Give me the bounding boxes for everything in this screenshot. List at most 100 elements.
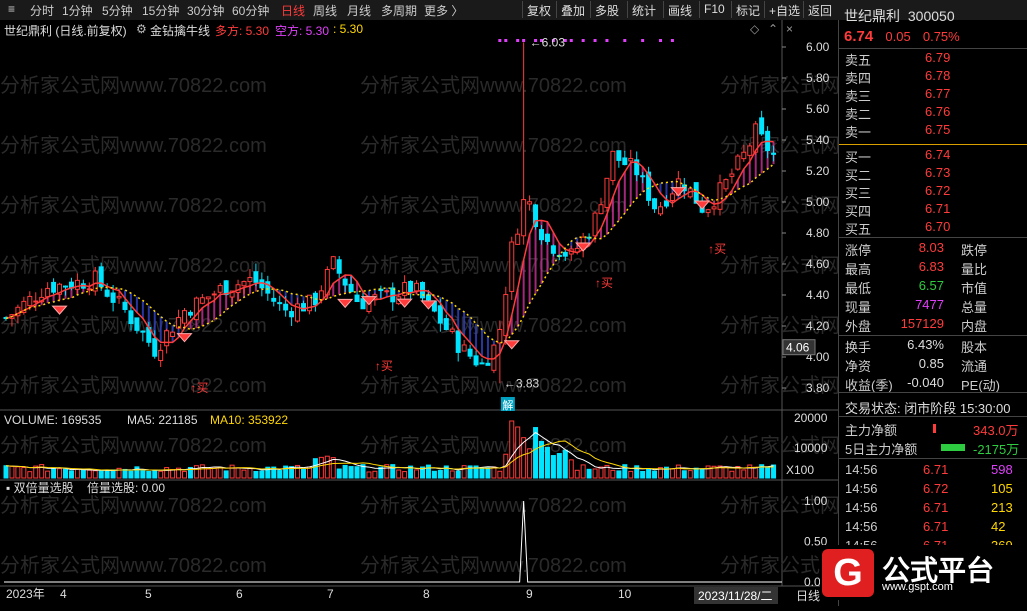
bid-row: 买一 6.74 [845,147,1027,165]
volume-bar [699,468,705,479]
candle-body [74,279,80,290]
tab-3[interactable]: 15分钟 [142,2,179,19]
candle-body [723,179,729,190]
tab-1[interactable]: 1分钟 [62,2,93,19]
volume-bar [598,466,604,479]
top-marker [581,39,585,42]
tab-0[interactable]: 分时 [30,2,54,19]
volume-bar [80,469,86,479]
bid-label: 买一 [845,150,872,165]
toolbar-button-2[interactable]: 多股 [590,1,623,18]
toolbar-button-7[interactable]: +自选 [764,1,804,18]
watermark-text: 分析家公式网www.70822.com [0,494,267,517]
volume-bar [318,456,324,479]
expand-icon[interactable]: ⌃ [768,22,778,36]
candle-body [467,348,473,357]
candle-body [598,204,604,215]
tab-8[interactable]: 月线 [347,2,371,19]
price-tick-label: 4.60 [806,257,830,271]
toolbar-button-3[interactable]: 统计 [627,1,660,18]
tab-5[interactable]: 60分钟 [232,2,269,19]
candle-body [747,145,753,156]
watermark-text: 分析家公式网www.70822.com [0,134,267,157]
candle-body [729,173,735,177]
volume-bar [431,470,437,479]
volume-bar [753,466,759,479]
volume-bar [580,464,586,479]
candle-body [461,344,467,352]
menu-icon[interactable]: ≡ [8,2,15,16]
candle-body [277,302,283,305]
tab-2[interactable]: 5分钟 [102,2,133,19]
long-value: 多方: 5.30 [215,24,270,38]
candle-body [741,151,747,160]
stat2-label-2: 股本 [961,340,988,355]
tab-4[interactable]: 30分钟 [187,2,224,19]
tab-6[interactable]: 日线 [281,2,305,19]
volume-bar [765,466,771,479]
cursor-price-label: 4.06 [786,341,810,355]
volume-bar [110,469,116,479]
candle-body [336,259,342,274]
candle-body [205,296,211,300]
close-icon[interactable]: × [786,22,793,36]
volume-bar [675,464,681,479]
tick-row: 14:56 6.72 105 [845,481,1027,499]
candle-body [640,175,646,178]
indicator-settings-icon[interactable]: ⚙ [136,22,147,36]
volume-bar [51,467,57,479]
ask-row: 卖二 6.76 [845,104,1027,122]
toolbar-button-8[interactable]: 返回 [803,1,836,18]
tab-9[interactable]: 多周期 [381,2,417,19]
volume-bar [729,470,735,479]
candle-body [592,212,598,237]
indicator-name[interactable]: 金钻擒牛线 [150,22,210,39]
toolbar-button-4[interactable]: 画线 [663,1,696,18]
bid-price: 6.73 [925,165,951,180]
toolbar-button-0[interactable]: 复权 [522,1,555,18]
stat-label-2: 跌停 [961,243,988,258]
volume-label: VOLUME: 169535 [4,413,102,427]
tab-7[interactable]: 周线 [313,2,337,19]
volume-bar [533,427,539,479]
stat2-label: 净资 [845,359,872,374]
volume-bar [669,468,675,479]
diamond-icon[interactable]: ◇ [750,22,759,36]
stat-row: 外盘 157129 内盘 [845,316,1027,334]
kline-chart-area[interactable]: 分析家公式网www.70822.com 分析家公式网www.70822.com 分析… [0,20,987,606]
price-tick-label: 4.80 [806,226,830,240]
kline-chart-svg[interactable]: 分析家公式网www.70822.com 分析家公式网www.70822.com 分析… [0,20,987,606]
candle-body [473,355,479,366]
candle-body [616,150,622,161]
toolbar-button-5[interactable]: F10 [699,1,729,18]
candle-body [449,328,455,332]
volume-bar [277,470,283,479]
volume-bar [158,470,164,479]
volume-bar [414,469,420,479]
price-tick-label: 5.20 [806,164,830,178]
price-change: 0.05 [885,29,911,44]
volume-bar [301,468,306,479]
buy-signal-label: ↑买 [375,359,393,373]
logo-url: www.gspt.com [882,581,953,593]
stat-row: 现量 7477 总量 [845,297,1027,315]
volume-bar [217,466,223,479]
candle-body [693,182,699,204]
volume-bar [723,466,729,479]
candle-body [134,317,140,331]
toolbar-button-1[interactable]: 叠加 [556,1,589,18]
watermark-text: 分析家公式网www.70822.com [360,374,627,397]
candle-body [443,318,449,331]
volume-bar [170,469,176,479]
ask-label: 卖四 [845,71,872,86]
watermark-text: 分析家公式网www.70822.com [0,554,267,577]
tab-10[interactable]: 更多 〉 [424,2,463,19]
toolbar-button-6[interactable]: 标记 [731,1,764,18]
tick-row: 14:56 6.71 42 [845,519,1027,537]
main-flow-label: 主力净额 [845,423,898,438]
candle-body [628,157,634,162]
price-pct: 0.75% [922,29,960,44]
sub-indicator-value: 倍量选股: 0.00 [87,480,165,495]
volume-bar [259,470,265,479]
candle-body [164,330,170,347]
